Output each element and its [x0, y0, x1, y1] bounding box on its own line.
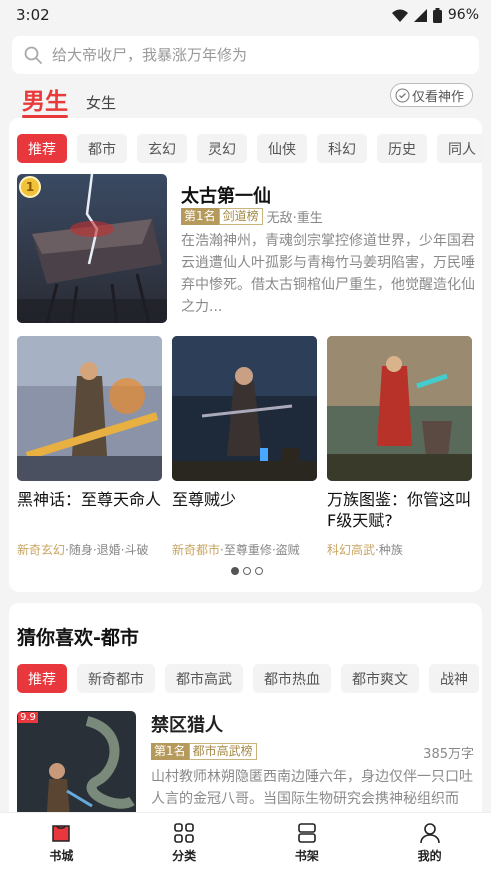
rank-badge: 第1名 — [181, 208, 219, 225]
featured-cover[interactable]: 1 — [17, 174, 167, 323]
book-meta: 新奇玄幻·随身·退婚·斗破 — [17, 541, 162, 558]
book-card[interactable]: 至尊贼少 新奇都市·至尊重修·盗贼 — [172, 336, 317, 558]
pager-dot[interactable] — [255, 567, 263, 575]
search-bar[interactable] — [12, 36, 479, 74]
nav-label: 分类 — [172, 849, 197, 863]
book-meta: 新奇都市·至尊重修·盗贼 — [172, 541, 317, 558]
chip-guess-recommend[interactable]: 推荐 — [17, 664, 67, 693]
section-title: 猜你喜欢-都市 — [17, 627, 139, 649]
guess-card: 猜你喜欢-都市 推荐 新奇都市 都市高武 都市热血 都市爽文 战神 9.9 禁区… — [9, 603, 482, 843]
rank-badge: 第1名 — [151, 743, 189, 760]
book-category: 科幻高武 — [327, 543, 376, 557]
rec-rank: 第1名 都市高武榜 — [151, 743, 261, 760]
rank-medal: 1 — [19, 176, 41, 198]
chip-fantasy[interactable]: 玄幻 — [137, 134, 187, 163]
status-icons: 96% — [391, 7, 479, 23]
book-category: 新奇都市 — [172, 543, 221, 557]
featured-title[interactable]: 太古第一仙 — [181, 182, 271, 208]
nav-mine[interactable]: 我的 — [380, 813, 480, 873]
chip-new-urban[interactable]: 新奇都市 — [77, 664, 155, 693]
featured-rank: 第1名 剑道榜 无敌·重生 — [181, 207, 323, 226]
nav-category[interactable]: 分类 — [134, 813, 234, 873]
book-title: 至尊贼少 — [172, 490, 237, 509]
bottom-nav: 书城 分类 书架 我的 — [0, 812, 491, 873]
book-title: 万族图鉴：你管这叫F级天赋? — [327, 490, 472, 530]
pager-dot[interactable] — [231, 567, 239, 575]
bookshelf-icon — [298, 823, 316, 843]
book-title: 黑神话：至尊天命人 — [17, 490, 162, 509]
chip-urban-cool[interactable]: 都市爽文 — [341, 664, 419, 693]
chip-history[interactable]: 历史 — [377, 134, 427, 163]
chip-war-god[interactable]: 战神 — [429, 664, 479, 693]
featured-tags: 无敌·重生 — [266, 211, 323, 226]
book-card[interactable]: 黑神话：至尊天命人 新奇玄幻·随身·退婚·斗破 — [17, 336, 162, 558]
word-count: 385万字 — [423, 747, 474, 762]
only-god-label: 仅看神作 — [411, 89, 464, 105]
tab-male[interactable]: 男生 — [22, 82, 68, 118]
user-icon — [419, 823, 440, 844]
check-circle-icon — [395, 88, 410, 102]
chip-fanfic[interactable]: 同人 — [437, 134, 482, 163]
rank-list-badge: 都市高武榜 — [188, 743, 257, 760]
book-tags: ·随身·退婚·斗破 — [65, 543, 149, 557]
recommend-card: 推荐 都市 玄幻 灵幻 仙侠 科幻 历史 同人 1 太古第一仙 第1名 剑道榜 … — [9, 118, 482, 592]
book-cover — [327, 336, 472, 481]
signal-icon — [413, 8, 427, 22]
status-bar: 3:02 96% — [0, 0, 491, 30]
score-badge: 9.9 — [18, 712, 38, 723]
tab-female[interactable]: 女生 — [86, 92, 116, 116]
guess-chips: 推荐 新奇都市 都市高武 都市热血 都市爽文 战神 — [17, 664, 479, 693]
nav-bookshelf[interactable]: 书架 — [257, 813, 357, 873]
book-cover — [172, 336, 317, 481]
chip-urban-martial[interactable]: 都市高武 — [165, 664, 243, 693]
battery-icon — [432, 7, 442, 23]
book-card[interactable]: 万族图鉴：你管这叫F级天赋? 科幻高武·种族 — [327, 336, 472, 558]
chip-urban[interactable]: 都市 — [77, 134, 127, 163]
chip-urban-hotblood[interactable]: 都市热血 — [253, 664, 331, 693]
wifi-icon — [391, 9, 408, 22]
featured-description: 在浩瀚神州，青魂剑宗掌控修道世界，少年国君云逍遭仙人叶孤影与青梅竹马姜玥陷害，万… — [181, 233, 475, 315]
book-meta: 科幻高武·种族 — [327, 541, 472, 558]
book-cover — [17, 336, 162, 481]
rec-book-title[interactable]: 禁区猎人 — [151, 711, 223, 737]
pager-dots — [231, 567, 263, 575]
chip-spirit[interactable]: 灵幻 — [197, 134, 247, 163]
nav-label: 我的 — [417, 849, 442, 863]
chip-xianxia[interactable]: 仙侠 — [257, 134, 307, 163]
category-chips: 推荐 都市 玄幻 灵幻 仙侠 科幻 历史 同人 — [17, 134, 482, 163]
nav-label: 书城 — [49, 849, 74, 863]
chip-scifi[interactable]: 科幻 — [317, 134, 367, 163]
rank-list-badge: 剑道榜 — [218, 208, 263, 225]
featured-cover-art — [17, 174, 167, 323]
search-input[interactable] — [52, 46, 452, 64]
battery-level: 96% — [447, 7, 479, 23]
only-god-toggle[interactable]: 仅看神作 — [389, 83, 473, 107]
chip-recommend[interactable]: 推荐 — [17, 134, 67, 163]
pager-dot[interactable] — [243, 567, 251, 575]
status-time: 3:02 — [16, 6, 50, 24]
bookstore-icon — [52, 825, 71, 842]
gender-tabs: 男生 女生 — [22, 82, 116, 118]
book-tags: ·种族 — [375, 543, 403, 557]
search-icon — [24, 46, 42, 64]
nav-bookstore[interactable]: 书城 — [11, 813, 111, 873]
book-tags: ·至尊重修·盗贼 — [220, 543, 300, 557]
book-category: 新奇玄幻 — [17, 543, 66, 557]
grid-icon — [174, 823, 194, 843]
nav-label: 书架 — [294, 849, 319, 863]
